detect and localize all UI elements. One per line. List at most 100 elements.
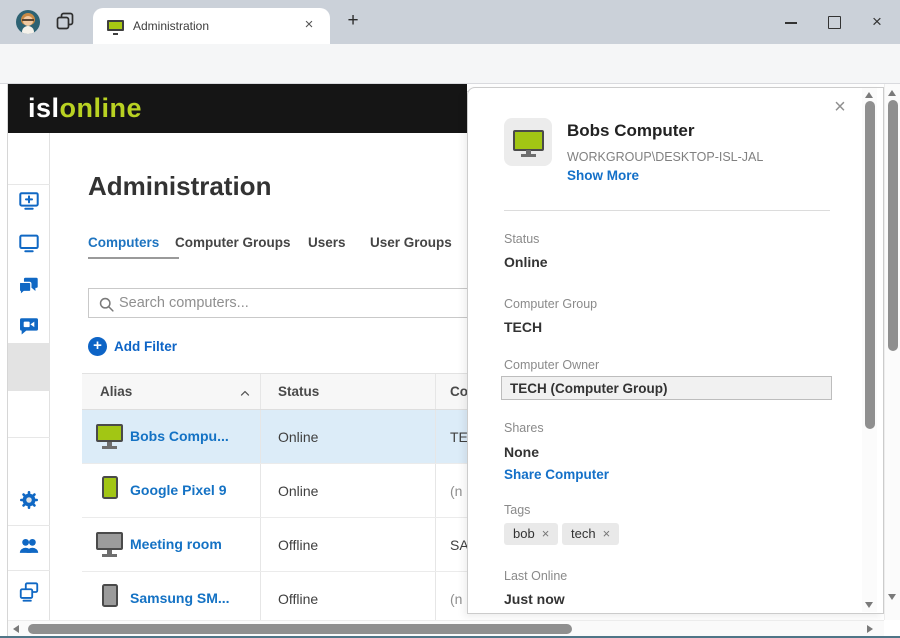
sidebar-divider [8, 437, 50, 438]
tab-title: Administration [133, 19, 209, 33]
column-divider [260, 518, 261, 571]
tab-user-groups[interactable]: User Groups [370, 235, 452, 250]
col-computer-group[interactable]: Co [450, 384, 468, 399]
share-computer-link[interactable]: Share Computer [504, 467, 609, 482]
tab-bar: Administration × + × [0, 0, 900, 44]
add-computer-icon[interactable] [18, 190, 40, 212]
column-divider [435, 464, 436, 517]
remove-tag-icon[interactable]: × [542, 526, 550, 541]
logo-isl: isl [28, 93, 60, 123]
status-cell: Offline [278, 591, 318, 607]
col-status[interactable]: Status [278, 384, 319, 399]
panel-close-icon[interactable]: × [829, 97, 851, 119]
show-more-link[interactable]: Show More [567, 168, 639, 183]
page-scrollbar[interactable] [884, 84, 900, 620]
group-cell: (n [450, 483, 462, 499]
scroll-up-icon[interactable] [888, 90, 896, 96]
panel-scrollbar[interactable] [862, 88, 877, 612]
settings-gear-icon[interactable] [18, 489, 40, 511]
page-scroll-thumb[interactable] [888, 100, 898, 351]
computer-owner-input[interactable] [501, 376, 832, 400]
status-label: Status [504, 232, 539, 246]
tag-text: bob [513, 526, 535, 541]
minimize-icon[interactable] [781, 12, 801, 32]
horizontal-scroll-thumb[interactable] [28, 624, 572, 634]
scroll-down-icon[interactable] [865, 602, 873, 608]
shares-label: Shares [504, 421, 544, 435]
logo-online: online [60, 93, 143, 123]
video-chat-icon[interactable] [18, 315, 40, 337]
column-divider [260, 572, 261, 620]
computer-detail-panel: × Bobs Computer WORKGROUP\DESKTOP-ISL-JA… [467, 87, 884, 614]
active-tab-underline [88, 257, 179, 259]
last-online-label: Last Online [504, 569, 567, 583]
panel-scroll-thumb[interactable] [865, 101, 875, 429]
chat-icon[interactable] [18, 275, 40, 297]
computers-icon[interactable] [18, 232, 40, 254]
scroll-up-icon[interactable] [865, 92, 873, 98]
status-cell: Online [278, 483, 318, 499]
shares-value: None [504, 444, 539, 460]
computer-group-label: Computer Group [504, 297, 597, 311]
desktop-offline-icon [96, 532, 123, 550]
add-filter-button[interactable]: Add Filter [114, 339, 177, 354]
status-value: Online [504, 254, 548, 270]
scroll-down-icon[interactable] [888, 594, 896, 600]
tag-chip[interactable]: bob × [504, 523, 558, 545]
column-divider [260, 410, 261, 463]
new-tab-icon[interactable]: + [341, 9, 365, 33]
browser-window: Administration × + × https://account.isl… [0, 0, 900, 638]
sidebar-divider [8, 184, 50, 185]
panel-divider [504, 210, 830, 211]
column-divider [260, 374, 261, 409]
group-cell: TE [450, 429, 468, 445]
group-cell: (n [450, 591, 462, 607]
computer-link[interactable]: Bobs Compu... [130, 428, 229, 444]
add-filter-plus-icon[interactable]: + [88, 337, 107, 356]
computer-link[interactable]: Google Pixel 9 [130, 482, 226, 498]
page-title: Administration [88, 171, 271, 202]
users-icon[interactable] [18, 535, 40, 557]
computer-link[interactable]: Meeting room [130, 536, 222, 552]
search-icon [98, 296, 115, 313]
tab-close-icon[interactable]: × [300, 16, 318, 34]
panel-subtitle: WORKGROUP\DESKTOP-ISL-JAL [567, 150, 763, 164]
avatar-glasses [22, 19, 34, 22]
status-cell: Online [278, 429, 318, 445]
window-close-icon[interactable]: × [867, 12, 887, 32]
computer-icon-tile [504, 118, 552, 166]
active-item-highlight [8, 343, 50, 391]
desktop-online-icon [96, 424, 123, 442]
scroll-left-icon[interactable] [13, 625, 19, 633]
avatar-shirt [22, 26, 34, 34]
computer-owner-label: Computer Owner [504, 358, 599, 372]
maximize-icon[interactable] [824, 12, 844, 32]
desktop-online-icon [513, 130, 544, 151]
column-divider [435, 572, 436, 620]
col-alias[interactable]: Alias [100, 384, 132, 399]
browser-tab[interactable]: Administration × [93, 8, 330, 44]
column-divider [435, 518, 436, 571]
tab-computers[interactable]: Computers [88, 235, 159, 250]
tab-computer-groups[interactable]: Computer Groups [175, 235, 291, 250]
sidebar-divider [8, 570, 50, 571]
tag-text: tech [571, 526, 596, 541]
app-sidebar [8, 133, 50, 620]
horizontal-scrollbar[interactable] [8, 620, 884, 636]
tags-label: Tags [504, 503, 530, 517]
status-cell: Offline [278, 537, 318, 553]
site-header: islonline [8, 84, 467, 133]
scroll-right-icon[interactable] [867, 625, 873, 633]
remove-tag-icon[interactable]: × [603, 526, 611, 541]
last-online-value: Just now [504, 591, 565, 607]
computer-link[interactable]: Samsung SM... [130, 590, 230, 606]
islonline-logo[interactable]: islonline [28, 93, 142, 124]
tab-users[interactable]: Users [308, 235, 346, 250]
sort-asc-icon[interactable] [238, 386, 252, 400]
group-cell: SA [450, 537, 469, 553]
sessions-icon[interactable] [18, 581, 40, 603]
tag-chip[interactable]: tech × [562, 523, 619, 545]
sidebar-divider [8, 525, 50, 526]
profile-avatar[interactable] [16, 10, 40, 34]
workspaces-icon[interactable] [54, 11, 76, 33]
